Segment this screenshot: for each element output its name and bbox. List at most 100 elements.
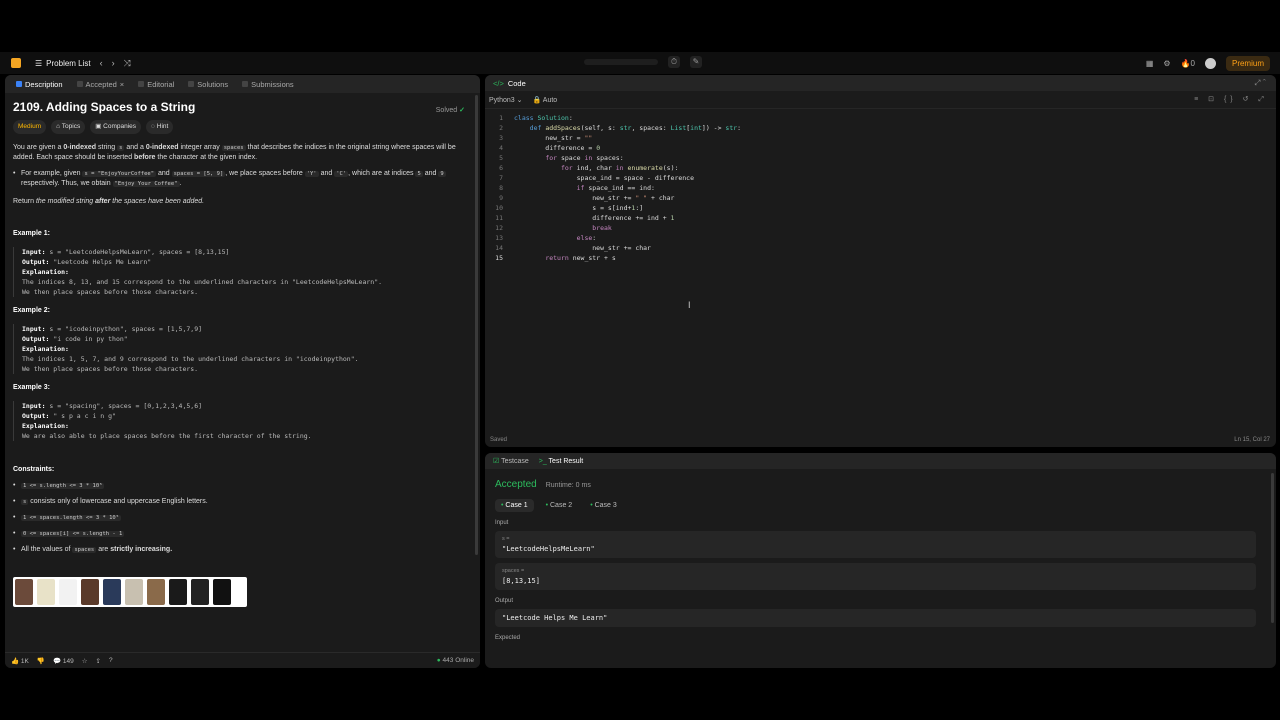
code-icon: </> [493, 78, 504, 88]
advertisement-banner[interactable] [13, 577, 247, 607]
bulb-icon: ◌ [151, 123, 155, 130]
list-icon: ☰ [35, 58, 43, 68]
runtime-label: Runtime: 0 ms [545, 482, 591, 489]
solved-badge: Solved ✓ [435, 107, 465, 114]
streak-counter[interactable]: 🔥0 [1181, 59, 1195, 68]
constraint-item: 1 <= spaces.length <= 3 * 10⁵ [13, 513, 472, 523]
help-icon[interactable]: ? [109, 657, 113, 664]
notes-icon[interactable]: ✎ [690, 56, 702, 68]
input-s-box: s = "LeetcodeHelpsMeLearn" [495, 531, 1256, 558]
dislike-icon[interactable]: 👎 [37, 657, 45, 665]
prev-problem-icon[interactable]: ‹ [100, 58, 103, 68]
shuffle-icon[interactable]: ⤨ [124, 58, 131, 69]
code-header: </> Code ⤢ ⌃ [485, 75, 1276, 91]
example-bullet-list: For example, given s = "EnjoyYourCoffee"… [13, 169, 472, 189]
description-tabs: Description Accepted × Editorial Solution… [5, 75, 480, 93]
accepted-icon [76, 81, 83, 87]
layout-icon[interactable]: ▦ [1146, 59, 1154, 68]
topics-chip[interactable]: ⌂ Topics [51, 120, 86, 134]
companies-chip[interactable]: ▣ Companies [90, 120, 142, 134]
text-cursor-icon: I [688, 300, 691, 310]
description-footer: 👍 1K 👎 💬 149 ☆ ⇪ ? ● 443 Online [5, 652, 480, 668]
editorial-icon [138, 81, 145, 87]
ad-product-image [213, 579, 231, 605]
difficulty-badge: Medium [13, 120, 47, 134]
premium-button[interactable]: Premium [1225, 56, 1270, 71]
tab-description[interactable]: Description [11, 80, 68, 89]
ad-product-image [169, 579, 187, 605]
tab-testcase[interactable]: ☑ Testcase [493, 457, 529, 465]
expected-label: Expected [495, 635, 521, 641]
tab-accepted[interactable]: Accepted × [72, 80, 130, 89]
case-3-tab[interactable]: • Case 3 [584, 499, 623, 512]
example-3: Example 3: Input: s = "spacing", spaces … [13, 383, 472, 441]
cursor-position: Ln 15, Col 27 [1234, 437, 1270, 443]
ad-product-image [103, 579, 121, 605]
share-icon[interactable]: ⇪ [96, 657, 101, 665]
settings-icon[interactable]: ⚙ [1163, 59, 1170, 68]
ad-product-image [191, 579, 209, 605]
terminal-icon: >_ [538, 457, 547, 465]
code-toolbar: Python3 ⌄ 🔒 Auto ≡ ⊡ {} ↺ ⤢ [485, 91, 1276, 109]
language-select[interactable]: Python3 ⌄ [489, 96, 523, 104]
ad-product-image [81, 579, 99, 605]
tab-solutions[interactable]: Solutions [183, 80, 233, 89]
timer-icon[interactable]: ⏱ [668, 56, 680, 68]
constraints-title: Constraints: [13, 466, 55, 473]
description-panel: Description Accepted × Editorial Solution… [5, 75, 480, 668]
star-icon[interactable]: ☆ [82, 657, 88, 665]
case-2-tab[interactable]: • Case 2 [540, 499, 579, 512]
example-1: Example 1: Input: s = "LeetcodeHelpsMeLe… [13, 229, 472, 297]
online-counter: ● 443 Online [436, 657, 474, 664]
check-icon: ✓ [459, 107, 465, 114]
ad-product-image [37, 579, 55, 605]
input-label: Input [495, 520, 509, 526]
test-tabs: ☑ Testcase >_ Test Result [485, 453, 1276, 469]
ad-product-image [15, 579, 33, 605]
tab-editorial[interactable]: Editorial [133, 80, 179, 89]
lock-icon: 🔒 [532, 96, 542, 104]
problem-statement: You are given a 0-indexed string s and a… [13, 144, 456, 161]
example-bullet: For example, given s = "EnjoyYourCoffee"… [13, 169, 472, 189]
scrollbar[interactable] [475, 95, 478, 555]
output-label: Output [495, 598, 514, 604]
constraint-item: 1 <= s.length <= 3 * 10⁵ [13, 481, 472, 491]
editor-actions[interactable]: ≡ ⊡ {} ↺ ⤢ [1194, 95, 1268, 104]
output-box: "Leetcode Helps Me Learn" [495, 609, 1256, 627]
run-submit-bar[interactable] [584, 59, 658, 65]
like-button[interactable]: 👍 1K [11, 657, 29, 665]
problem-title[interactable]: 2109. Adding Spaces to a String [13, 101, 472, 113]
result-status: Accepted [495, 479, 537, 490]
maximize-icon[interactable]: ⤢ ⌃ [1254, 78, 1266, 88]
ad-product-image [125, 579, 143, 605]
constraint-item: s consists only of lowercase and upperca… [13, 497, 472, 507]
save-status: Saved [490, 437, 508, 443]
auto-toggle[interactable]: 🔒 Auto [533, 96, 558, 104]
test-panel: ☑ Testcase >_ Test Result Accepted Runti… [485, 453, 1276, 668]
code-editor[interactable]: 1 class Solution: 2 def addSpaces(self, s… [485, 113, 1276, 263]
close-icon[interactable]: × [120, 80, 124, 89]
leetcode-logo[interactable] [11, 58, 21, 68]
tag-icon: ⌂ [56, 123, 61, 130]
case-tabs: • Case 1 • Case 2 • Case 3 [495, 499, 1276, 512]
ad-product-image [59, 579, 77, 605]
constraints-list: 1 <= s.length <= 3 * 10⁵ s consists only… [13, 481, 472, 555]
tab-test-result[interactable]: >_ Test Result [539, 458, 583, 465]
tab-submissions[interactable]: Submissions [237, 80, 299, 89]
problem-list-button[interactable]: ☰ Problem List [35, 59, 91, 68]
constraint-item: All the values of spaces are strictly in… [13, 545, 472, 555]
scrollbar[interactable] [1271, 473, 1274, 623]
checkbox-icon: ☑ [493, 458, 500, 465]
description-icon [16, 81, 22, 87]
submissions-icon [242, 81, 249, 87]
ad-product-image [147, 579, 165, 605]
hint-chip[interactable]: ◌ Hint [146, 120, 174, 134]
avatar[interactable] [1204, 58, 1216, 69]
example-2: Example 2: Input: s = "icodeinpython", s… [13, 306, 472, 374]
case-1-tab[interactable]: • Case 1 [495, 499, 534, 512]
top-navbar: ☰ Problem List ‹ › ⤨ ⏱ ✎ ▦ ⚙ 🔥0 Premium [0, 52, 1280, 74]
next-problem-icon[interactable]: › [112, 58, 115, 68]
comments-button[interactable]: 💬 149 [53, 657, 74, 665]
building-icon: ▣ [95, 123, 102, 130]
return-statement: Return the modified string after the spa… [13, 198, 205, 205]
